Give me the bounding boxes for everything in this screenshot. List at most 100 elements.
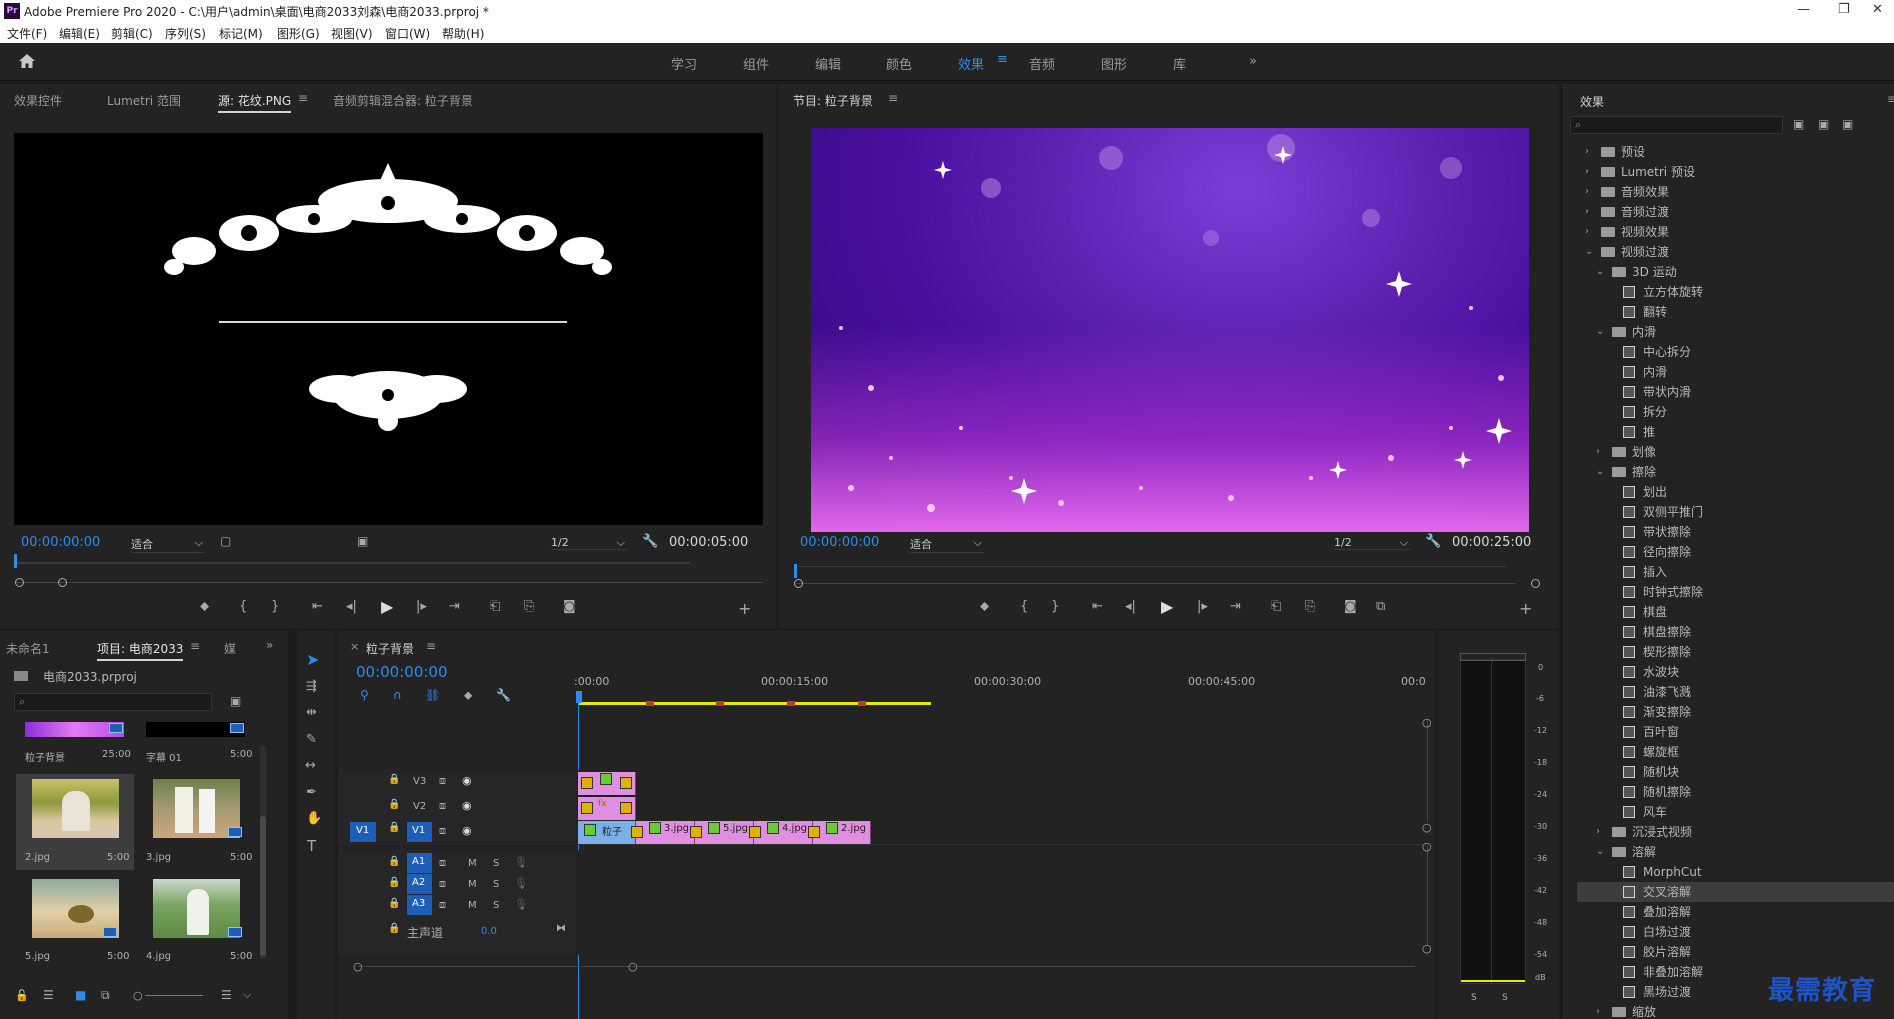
add-marker-icon[interactable]: ⬥ xyxy=(200,599,209,614)
sync-lock-icon[interactable]: ⧈ xyxy=(439,774,446,788)
tab-media-browser[interactable]: 媒 xyxy=(224,640,236,657)
chevron-right-icon[interactable]: › xyxy=(1585,142,1589,162)
zoom-handle-left[interactable]: ○ xyxy=(353,960,363,973)
tab-lumetri-scopes[interactable]: Lumetri 范围 xyxy=(107,92,181,109)
type-tool-icon[interactable]: T xyxy=(307,837,316,855)
workspace-tab-libraries[interactable]: 库 xyxy=(1173,54,1186,73)
effect-folder[interactable]: ⌄ 溶解 xyxy=(1577,842,1894,862)
tab-menu-icon[interactable]: ≡ xyxy=(298,91,308,105)
effects-panel-title[interactable]: 效果 xyxy=(1580,93,1604,110)
microphone-icon[interactable]: 🎙 xyxy=(514,856,528,869)
tab-menu-icon[interactable]: ≡ xyxy=(1887,92,1894,106)
ripple-edit-tool-icon[interactable]: ⇹ xyxy=(306,705,317,720)
clip-4jpg[interactable]: 4.jpg xyxy=(749,821,813,844)
effect-item[interactable]: 叠加溶解 xyxy=(1577,902,1894,922)
timeline-timecode[interactable]: 00:00:00:00 xyxy=(356,663,448,681)
effect-folder[interactable]: › 音频效果 xyxy=(1577,182,1894,202)
step-forward-icon[interactable]: |▸ xyxy=(1197,599,1208,614)
menu-edit[interactable]: 编辑(E) xyxy=(59,25,100,42)
lock-icon[interactable]: 🔒 xyxy=(388,877,400,888)
32bit-effects-icon[interactable]: ▣ xyxy=(1818,117,1829,131)
effect-item[interactable]: 径向擦除 xyxy=(1577,542,1894,562)
workspace-tab-learn[interactable]: 学习 xyxy=(671,54,697,73)
lock-icon[interactable]: 🔒 xyxy=(388,822,400,833)
solo-right-button[interactable]: S xyxy=(1502,993,1508,1003)
zoom-handle-left[interactable] xyxy=(15,578,24,587)
close-icon[interactable]: × xyxy=(350,640,359,653)
go-to-out-icon[interactable]: ⇥ xyxy=(1230,599,1241,614)
zoom-handle-right[interactable]: ○ xyxy=(628,960,638,973)
tab-menu-icon[interactable]: ≡ xyxy=(190,639,200,653)
effect-item[interactable]: 棋盘擦除 xyxy=(1577,622,1894,642)
minimize-icon[interactable]: — xyxy=(1797,2,1810,17)
effect-item[interactable]: 插入 xyxy=(1577,562,1894,582)
menu-sequence[interactable]: 序列(S) xyxy=(165,25,206,42)
effect-item[interactable]: 棋盘 xyxy=(1577,602,1894,622)
step-back-icon[interactable]: ◂| xyxy=(346,599,357,614)
comparison-view-icon[interactable]: ⧉ xyxy=(1376,599,1385,614)
effect-item[interactable]: 油漆飞溅 xyxy=(1577,682,1894,702)
solo-button[interactable]: S xyxy=(493,879,499,890)
insert-icon[interactable]: ⎗ xyxy=(490,599,500,614)
menu-clip[interactable]: 剪辑(C) xyxy=(111,25,153,42)
track-target-a2[interactable]: A2 xyxy=(407,874,432,894)
audio-track-lanes[interactable] xyxy=(578,850,1423,955)
hand-tool-icon[interactable]: ✋ xyxy=(306,811,322,826)
workspace-menu-icon[interactable]: ≡ xyxy=(997,52,1008,67)
zoom-handle-right[interactable] xyxy=(1531,579,1540,588)
sync-lock-icon[interactable]: ⧈ xyxy=(439,824,446,838)
track-label-v3[interactable]: V3 xyxy=(413,776,426,787)
chevron-down-icon[interactable]: ⌄ xyxy=(1596,322,1604,342)
mark-out-icon[interactable]: } xyxy=(271,599,279,614)
effect-item[interactable]: 楔形擦除 xyxy=(1577,642,1894,662)
source-playhead[interactable] xyxy=(14,554,17,568)
snap-icon[interactable]: ⚲ xyxy=(360,688,369,702)
tab-audio-clip-mixer[interactable]: 音频剪辑混合器: 粒子背景 xyxy=(333,92,473,109)
workspace-tab-color[interactable]: 颜色 xyxy=(886,54,912,73)
chevron-down-icon[interactable]: ⌄ xyxy=(1596,262,1604,282)
safe-margins-icon[interactable]: ▢ xyxy=(220,534,231,548)
effect-item[interactable]: 白场过渡 xyxy=(1577,922,1894,942)
tab-source[interactable]: 源: 花纹.PNG xyxy=(218,92,292,113)
solo-left-button[interactable]: S xyxy=(1471,993,1477,1003)
solo-button[interactable]: S xyxy=(493,900,499,911)
effect-item[interactable]: 时钟式擦除 xyxy=(1577,582,1894,602)
magnet-icon[interactable]: ∩ xyxy=(393,688,402,702)
lock-icon[interactable]: 🔒 xyxy=(388,923,400,934)
lock-icon[interactable]: 🔒 xyxy=(388,774,400,785)
zoom-handle-left[interactable] xyxy=(794,579,803,588)
chevron-down-icon[interactable]: ⌄ xyxy=(1596,462,1604,482)
menu-window[interactable]: 窗口(W) xyxy=(385,25,430,42)
lock-icon[interactable]: 🔒 xyxy=(388,856,400,867)
effect-item[interactable]: 随机擦除 xyxy=(1577,782,1894,802)
timeline-zoom-track[interactable] xyxy=(358,966,1415,967)
export-frame-icon[interactable]: ▣ xyxy=(357,534,368,548)
sync-lock-icon[interactable]: ⧈ xyxy=(439,898,446,912)
step-back-icon[interactable]: ◂| xyxy=(1125,599,1136,614)
add-marker-icon[interactable]: ⬥ xyxy=(980,599,989,614)
mark-in-icon[interactable]: { xyxy=(1020,599,1028,614)
menu-view[interactable]: 视图(V) xyxy=(331,25,373,42)
tab-menu-icon[interactable]: ≡ xyxy=(888,91,898,105)
eye-icon[interactable]: ◉ xyxy=(462,774,472,787)
thumb-3jpg[interactable] xyxy=(153,779,240,838)
source-fit-dropdown[interactable]: 适合 ⌵ xyxy=(131,536,205,553)
sync-lock-icon[interactable]: ⧈ xyxy=(439,799,446,813)
razor-tool-icon[interactable]: ✎ xyxy=(306,732,317,747)
effect-item[interactable]: 交叉溶解 xyxy=(1577,882,1894,902)
scroll-handle[interactable]: ○ xyxy=(1422,840,1432,853)
more-panels-icon[interactable]: » xyxy=(266,638,273,652)
settings-wrench-icon[interactable]: 🔧 xyxy=(642,534,658,549)
lock-icon[interactable]: 🔓 xyxy=(15,989,29,1002)
effect-folder[interactable]: ⌄ 3D 运动 xyxy=(1577,262,1894,282)
zoom-slider-handle[interactable]: ○ xyxy=(133,989,143,1002)
add-marker-icon[interactable]: ⬥ xyxy=(464,688,472,703)
track-target-a3[interactable]: A3 xyxy=(407,895,432,915)
sort-icon[interactable]: ☰ xyxy=(221,988,232,1002)
source-scrub-bar[interactable] xyxy=(14,562,690,564)
effect-folder[interactable]: › 预设 xyxy=(1577,142,1894,162)
effect-item[interactable]: 带状擦除 xyxy=(1577,522,1894,542)
microphone-icon[interactable]: 🎙 xyxy=(514,898,528,911)
chevron-right-icon[interactable]: › xyxy=(1585,222,1589,242)
tab-program[interactable]: 节目: 粒子背景 xyxy=(793,92,873,111)
